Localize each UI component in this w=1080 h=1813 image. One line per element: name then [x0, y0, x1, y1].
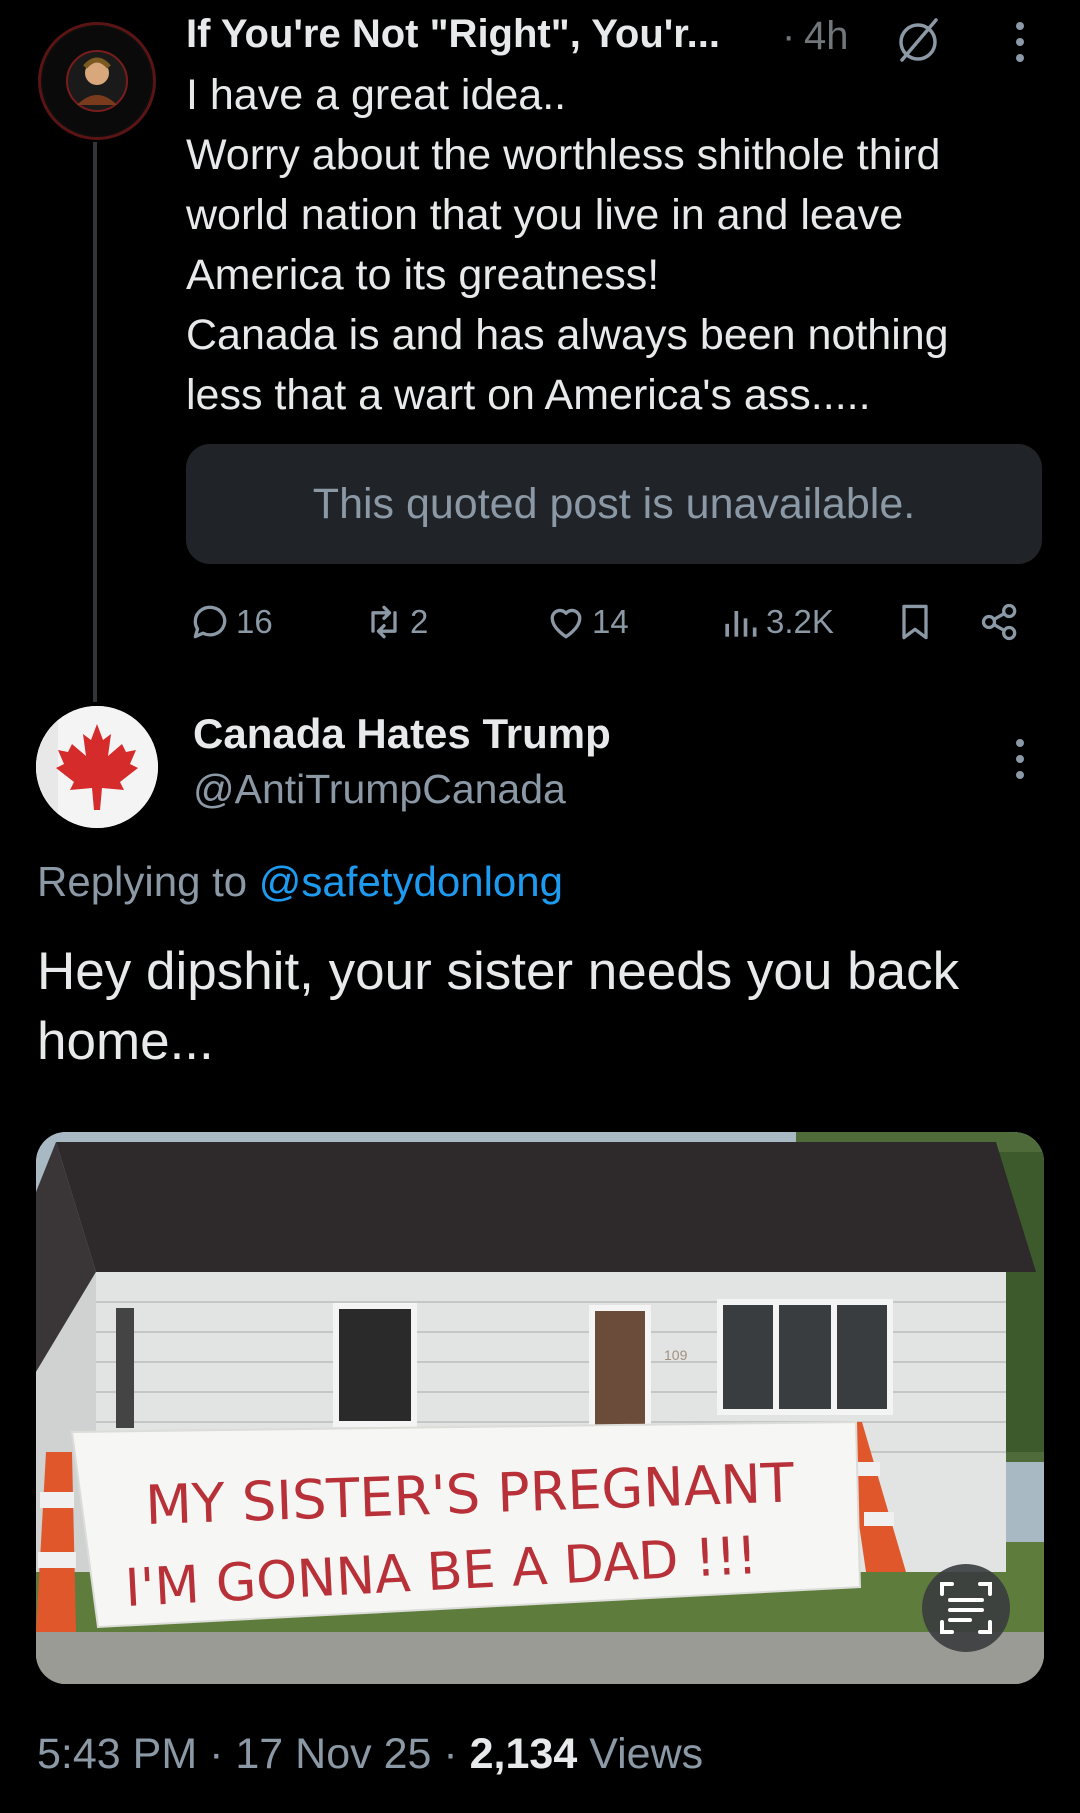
quoted-post-card[interactable]: This quoted post is unavailable. [186, 444, 1042, 564]
repost-count: 2 [410, 603, 429, 640]
house-number: 109 [664, 1347, 688, 1363]
tweet-text-line: I have a great idea.. [186, 71, 567, 119]
like-button[interactable]: 14 [544, 600, 629, 644]
tweet-text-line: Worry about the worthless shithole third [186, 131, 941, 179]
author-handle[interactable]: @AntiTrumpCanada [193, 766, 566, 813]
grok-icon[interactable] [892, 14, 944, 66]
tweet-text-line: Canada is and has always been nothing [186, 311, 949, 359]
tweet-media-image[interactable]: 109 MY SISTER'S PREGNANT I'M GONNA BE A … [36, 1132, 1044, 1684]
quoted-post-unavailable-text: This quoted post is unavailable. [312, 479, 916, 528]
more-options-icon[interactable] [1000, 18, 1040, 66]
views-count: 2,134 [469, 1730, 578, 1778]
separator-dot: · [443, 1730, 458, 1778]
repost-button[interactable]: 2 [362, 600, 428, 644]
reply-icon [193, 605, 227, 639]
post-timestamp[interactable]: 5:43 PM [37, 1730, 197, 1778]
bookmark-button[interactable] [893, 600, 941, 644]
thread-line [93, 142, 97, 702]
tweet-text-line: world nation that you live in and leave [186, 191, 904, 239]
views-label: Views [589, 1730, 704, 1778]
post-date[interactable]: 17 Nov 25 [235, 1730, 431, 1778]
text-scan-icon[interactable] [922, 1564, 1010, 1652]
author-name[interactable]: Canada Hates Trump [193, 710, 611, 758]
share-button[interactable] [978, 600, 1026, 644]
bookmark-icon [902, 604, 928, 640]
replying-prefix: Replying to [37, 858, 248, 905]
tweet-text-line: America to its greatness! [186, 251, 660, 299]
tweet-text-line: home... [37, 1012, 214, 1071]
separator-dot: · [782, 14, 796, 58]
repost-icon [371, 605, 397, 639]
replying-to: Replying to @safetydonlong [37, 858, 563, 906]
views-chart-icon [725, 611, 757, 637]
post-time[interactable]: 4h [804, 14, 849, 59]
like-count: 14 [592, 603, 629, 640]
author-name[interactable]: If You're Not "Right", You'r... [186, 12, 720, 57]
author-avatar[interactable] [36, 706, 158, 828]
more-options-icon[interactable] [1000, 735, 1040, 783]
view-count: 3.2K [766, 603, 834, 640]
reply-count: 16 [236, 603, 273, 640]
views-button[interactable]: 3.2K [718, 600, 834, 644]
author-avatar[interactable] [38, 22, 156, 140]
heart-icon [550, 608, 582, 639]
reply-button[interactable]: 16 [188, 600, 273, 644]
replying-user-link[interactable]: @safetydonlong [259, 858, 563, 905]
tweet-text-line: Hey dipshit, your sister needs you back [37, 942, 960, 1001]
tweet-text-line: less that a wart on America's ass..... [186, 371, 871, 419]
post-metadata: 5:43 PM · 17 Nov 25 · 2,134 Views [37, 1730, 703, 1779]
share-icon [981, 603, 1017, 641]
separator-dot: · [209, 1730, 224, 1778]
